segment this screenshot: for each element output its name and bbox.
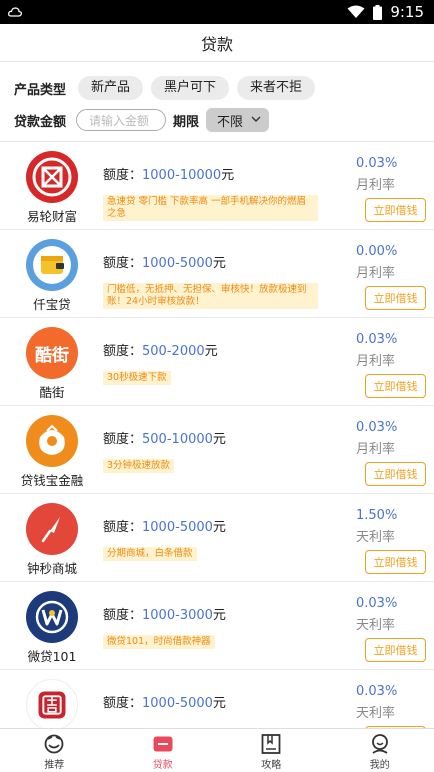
status-time: 9:15 — [390, 3, 424, 21]
apply-button[interactable]: 立即借钱 — [365, 638, 426, 662]
amount-range: 额度：1000-5000元 — [103, 520, 226, 535]
battery-icon — [373, 4, 383, 20]
product-name: 酷街 — [39, 385, 65, 400]
loan-item[interactable]: 额度：1000-5000元 0.03% 天利率 立即借钱 — [0, 670, 434, 728]
loan-item[interactable]: 钟秒商城 额度：1000-5000元 分期商城，白条借款 1.50% 天利率 立… — [0, 494, 434, 582]
chevron-down-icon — [251, 116, 261, 122]
ji-logo-icon — [26, 679, 78, 728]
loan-item[interactable]: 易轮财富 额度：1000-10000元 急速贷 零门槛 下款率高 一部手机解决你… — [0, 142, 434, 230]
loan-item[interactable]: 贷钱宝金融 额度：500-10000元 3分钟极速放款 0.03% 月利率 立即… — [0, 406, 434, 494]
amount-range: 额度：1000-5000元 — [103, 256, 226, 271]
coin-logo-icon — [26, 151, 78, 203]
amount-range: 额度：1000-10000元 — [103, 168, 235, 183]
rate-value: 0.03% — [356, 332, 398, 347]
apply-button[interactable]: 立即借钱 — [365, 198, 426, 222]
profile-icon — [371, 734, 388, 754]
amount-range: 额度：1000-5000元 — [103, 696, 226, 711]
tab-label: 攻略 — [261, 760, 282, 771]
product-name: 仟宝贷 — [33, 297, 71, 312]
amount-range: 额度：1000-3000元 — [103, 608, 226, 623]
product-name: 易轮财富 — [26, 209, 77, 224]
amount-label: 贷款金额 — [14, 114, 67, 130]
navbar: 贷款 — [0, 24, 434, 62]
chip-new-product[interactable]: 新产品 — [78, 76, 144, 100]
product-name: 微贷101 — [27, 649, 77, 664]
apply-button[interactable]: 立即借钱 — [365, 462, 426, 486]
w-coin-logo-icon — [26, 591, 78, 643]
chip-all-welcome[interactable]: 来者不拒 — [237, 76, 316, 100]
apply-button[interactable]: 立即借钱 — [365, 374, 426, 398]
amount-range: 额度：500-2000元 — [103, 344, 218, 359]
status-bar: 9:15 — [0, 0, 434, 24]
app-notification-icon — [8, 6, 22, 18]
rate-value: 0.00% — [356, 244, 398, 259]
wallet-logo-icon — [26, 239, 78, 291]
amount-row: 贷款金额 请输入金额 期限 不限 — [14, 106, 434, 134]
filter-panel: 产品类型 新产品 黑户可下 来者不拒 贷款金额 请输入金额 期限 不限 — [0, 62, 434, 142]
rate-label: 月利率 — [356, 354, 396, 369]
tab-recommend[interactable]: 推荐 — [0, 729, 109, 772]
chip-blacklist-ok[interactable]: 黑户可下 — [151, 76, 230, 100]
product-name: 贷钱宝金融 — [20, 473, 84, 488]
loan-item[interactable]: 酷街 酷街 额度：500-2000元 30秒极速下款 0.03% 月利率 立即借… — [0, 318, 434, 406]
tab-label: 我的 — [369, 760, 390, 771]
product-tag: 3分钟极速放款 — [103, 459, 175, 473]
period-label: 期限 — [173, 114, 200, 130]
recommend-icon — [44, 734, 64, 754]
loan-card-icon — [153, 736, 173, 752]
period-select[interactable]: 不限 — [206, 108, 270, 132]
loan-list: 易轮财富 额度：1000-10000元 急速贷 零门槛 下款率高 一部手机解决你… — [0, 142, 434, 728]
bottom-tab-bar: 推荐 贷款 攻略 我的 — [0, 728, 434, 772]
product-tag: 分期商城，白条借款 — [103, 547, 197, 561]
rate-label: 天利率 — [356, 706, 396, 721]
tab-mine[interactable]: 我的 — [326, 729, 434, 772]
product-name: 钟秒商城 — [26, 561, 77, 576]
tab-guide[interactable]: 攻略 — [217, 729, 326, 772]
apply-button[interactable]: 立即借钱 — [365, 550, 426, 574]
kujie-logo-icon: 酷街 — [26, 327, 78, 379]
product-type-label: 产品类型 — [14, 82, 67, 98]
period-selected-value: 不限 — [217, 114, 244, 130]
product-tag: 急速贷 零门槛 下款率高 一部手机解决你的燃眉之急 — [103, 195, 318, 221]
amount-input[interactable]: 请输入金额 — [76, 109, 166, 131]
product-tag: 30秒极速下款 — [103, 371, 171, 385]
tab-label: 推荐 — [44, 760, 65, 771]
rate-label: 天利率 — [356, 530, 396, 545]
product-type-row: 产品类型 新产品 黑户可下 来者不拒 — [14, 74, 434, 102]
loan-item[interactable]: 仟宝贷 额度：1000-5000元 门槛低，无抵押、无担保、审核快！放款极速到账… — [0, 230, 434, 318]
rate-value: 0.03% — [356, 596, 398, 611]
apply-button[interactable]: 立即借钱 — [365, 286, 426, 310]
product-tag: 微贷101，时尚借款神器 — [103, 635, 215, 649]
tab-loan[interactable]: 贷款 — [109, 729, 218, 772]
rate-value: 0.03% — [356, 684, 398, 699]
book-icon — [261, 734, 281, 754]
page-title: 贷款 — [200, 34, 233, 54]
rate-value: 1.50% — [356, 508, 398, 523]
rate-label: 月利率 — [356, 178, 396, 193]
rate-value: 0.03% — [356, 156, 398, 171]
rate-label: 月利率 — [356, 442, 396, 457]
product-tag: 门槛低，无抵押、无担保、审核快！放款极速到账！24小时审核放款！ — [103, 283, 318, 309]
money-bag-logo-icon — [26, 415, 78, 467]
amount-range: 额度：500-10000元 — [103, 432, 226, 447]
wifi-icon — [347, 5, 365, 19]
rate-value: 0.03% — [356, 420, 398, 435]
loan-item[interactable]: 微贷101 额度：1000-3000元 微贷101，时尚借款神器 0.03% 天… — [0, 582, 434, 670]
rate-label: 月利率 — [356, 266, 396, 281]
clock-hand-logo-icon — [26, 503, 78, 555]
rate-label: 天利率 — [356, 618, 396, 633]
tab-label: 贷款 — [152, 760, 173, 771]
